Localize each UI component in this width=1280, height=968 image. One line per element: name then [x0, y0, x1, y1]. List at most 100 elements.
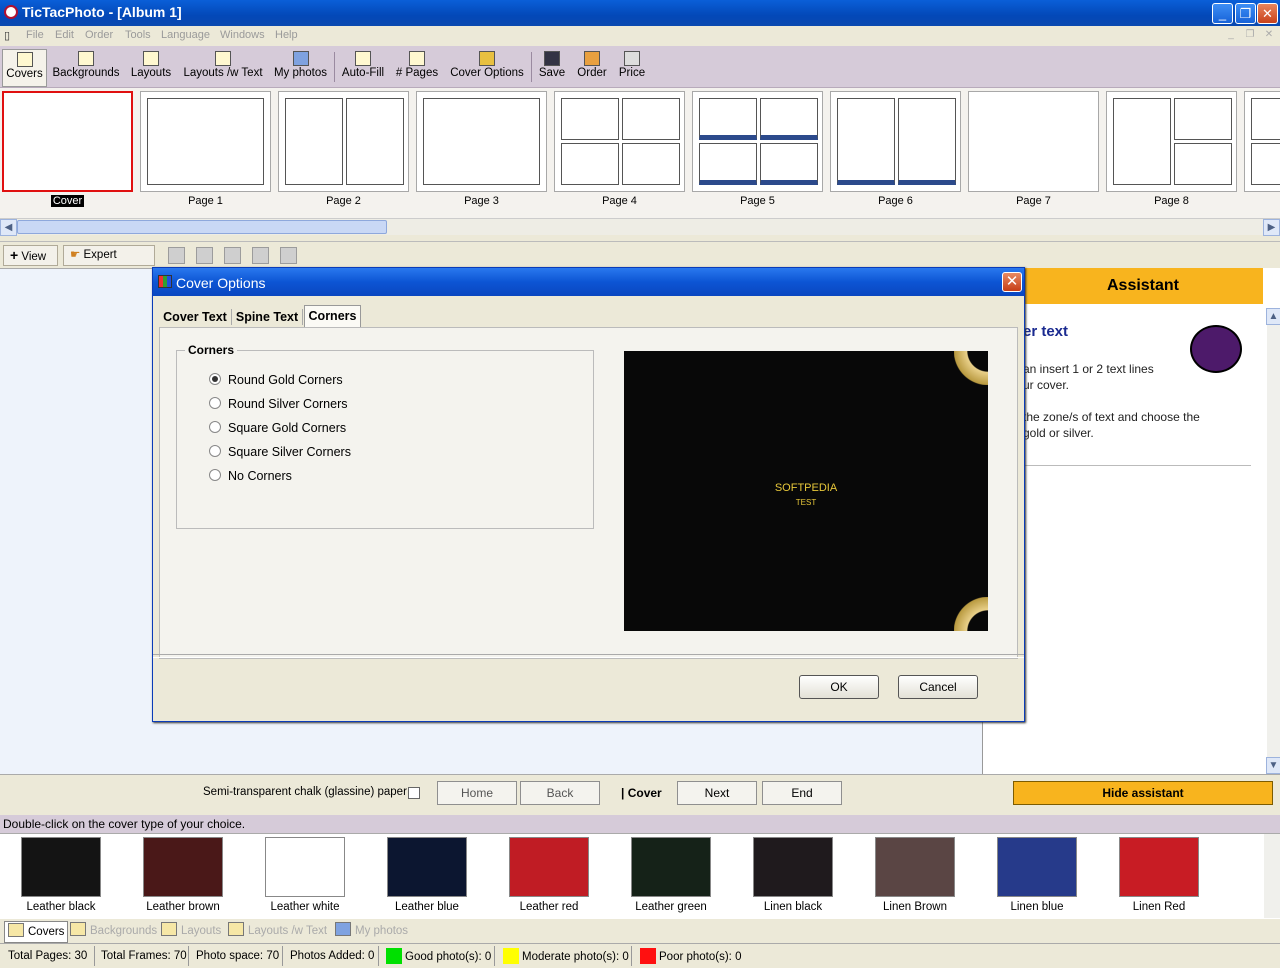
- order-button[interactable]: Order: [575, 49, 609, 85]
- backgrounds-button[interactable]: Backgrounds: [52, 49, 120, 85]
- covers-button[interactable]: Covers: [2, 49, 47, 87]
- dialog-title-bar: Cover Options ✕: [153, 268, 1024, 296]
- radio-square-gold[interactable]: Square Gold Corners: [209, 421, 346, 435]
- end-button[interactable]: End: [762, 781, 842, 805]
- page-thumb-3[interactable]: [416, 91, 547, 192]
- grid-icon[interactable]: [280, 247, 297, 264]
- radio-square-silver-label: Square Silver Corners: [228, 445, 351, 459]
- assistant-line1: an insert 1 or 2 text lines: [1023, 362, 1154, 376]
- bottom-tab-my-photos[interactable]: My photos: [335, 921, 408, 941]
- mdi-restore-icon[interactable]: ❐: [1243, 29, 1257, 42]
- page-thumb-6[interactable]: [830, 91, 961, 192]
- radio-no-corners[interactable]: No Corners: [209, 469, 292, 483]
- swatch-6[interactable]: [753, 837, 833, 897]
- main-toolbar: Covers Backgrounds Layouts Layouts /w Te…: [0, 46, 1280, 88]
- menu-help[interactable]: Help: [275, 29, 298, 41]
- home-button[interactable]: Home: [437, 781, 517, 805]
- ok-button[interactable]: OK: [799, 675, 879, 699]
- radio-round-gold[interactable]: Round Gold Corners: [209, 373, 343, 387]
- next-button[interactable]: Next: [677, 781, 757, 805]
- back-button[interactable]: Back: [520, 781, 600, 805]
- page-label-8: Page 8: [1154, 195, 1189, 207]
- restore-button[interactable]: ❐: [1235, 3, 1256, 24]
- close-button[interactable]: ✕: [1257, 3, 1278, 24]
- swatch-label: Leather black: [26, 901, 96, 913]
- mdi-close-icon[interactable]: ✕: [1262, 29, 1276, 42]
- radio-square-silver[interactable]: Square Silver Corners: [209, 445, 351, 459]
- swatch-8[interactable]: [997, 837, 1077, 897]
- mdi-minimize-icon[interactable]: _: [1224, 29, 1238, 42]
- align-icon[interactable]: [168, 247, 185, 264]
- layouts-button[interactable]: Layouts: [130, 49, 172, 85]
- swatch-2[interactable]: [265, 837, 345, 897]
- view-button[interactable]: + View: [3, 245, 58, 266]
- page-thumb-7[interactable]: [968, 91, 1099, 192]
- view-toolbar: + View ☛ Expert Mode: [0, 241, 1280, 280]
- scroll-down-icon[interactable]: ▼: [1266, 757, 1280, 774]
- radio-round-silver[interactable]: Round Silver Corners: [209, 397, 348, 411]
- minimize-button[interactable]: _: [1212, 3, 1233, 24]
- expert-mode-button[interactable]: ☛ Expert Mode: [63, 245, 155, 280]
- dialog-close-icon[interactable]: ✕: [1002, 272, 1022, 292]
- current-page-label: | Cover: [621, 786, 662, 800]
- bring-front-icon[interactable]: [224, 247, 241, 264]
- page-thumb-4[interactable]: [554, 91, 685, 192]
- status-photo-space: Photo space: 70: [196, 950, 280, 962]
- swatch-3[interactable]: [387, 837, 467, 897]
- layouts-text-button[interactable]: Layouts /w Text: [182, 49, 264, 85]
- swatch-1[interactable]: [143, 837, 223, 897]
- menu-windows[interactable]: Windows: [220, 29, 265, 41]
- hide-assistant-button[interactable]: Hide assistant: [1013, 781, 1273, 805]
- menu-language[interactable]: Language: [161, 29, 210, 41]
- price-button[interactable]: Price: [617, 49, 647, 85]
- save-button[interactable]: Save: [537, 49, 567, 85]
- page-thumb-5[interactable]: [692, 91, 823, 192]
- cancel-button[interactable]: Cancel: [898, 675, 978, 699]
- page-thumb-8[interactable]: [1106, 91, 1237, 192]
- tab-corners[interactable]: Corners: [304, 305, 361, 327]
- distribute-icon[interactable]: [196, 247, 213, 264]
- page-strip-scrollbar[interactable]: ◀ ▶: [0, 218, 1280, 236]
- page-thumb-cover[interactable]: [2, 91, 133, 192]
- view-label: View: [21, 251, 47, 263]
- bottom-tab-backgrounds[interactable]: Backgrounds: [70, 921, 157, 941]
- page-thumb-9[interactable]: [1244, 91, 1280, 192]
- menu-bar: ▯ File Edit Order Tools Language Windows…: [0, 26, 1280, 46]
- menu-order[interactable]: Order: [85, 29, 113, 41]
- bottom-tab-covers[interactable]: Covers: [4, 921, 69, 943]
- assistant-title: Assistant: [1023, 268, 1263, 304]
- swatch-4[interactable]: [509, 837, 589, 897]
- autofill-button[interactable]: Auto-Fill: [341, 49, 385, 85]
- glassine-checkbox[interactable]: [408, 787, 420, 799]
- scroll-left-icon[interactable]: ◀: [0, 219, 17, 236]
- layouts-text-icon: [228, 922, 244, 936]
- cover-options-button[interactable]: Cover Options: [450, 49, 524, 85]
- swatch-5[interactable]: [631, 837, 711, 897]
- swatch-scrollbar[interactable]: [1264, 834, 1280, 918]
- menu-file[interactable]: File: [26, 29, 44, 41]
- bottom-tabs: Covers Backgrounds Layouts Layouts /w Te…: [0, 919, 1280, 943]
- autofill-label: Auto-Fill: [341, 67, 385, 79]
- swatch-7[interactable]: [875, 837, 955, 897]
- assistant-scrollbar[interactable]: ▲ ▼: [1266, 308, 1280, 774]
- bottom-tab-layouts-text[interactable]: Layouts /w Text: [228, 921, 327, 941]
- tab-cover-text[interactable]: Cover Text: [159, 307, 231, 327]
- scroll-up-icon[interactable]: ▲: [1266, 308, 1280, 325]
- tab-spine-text[interactable]: Spine Text: [233, 307, 301, 327]
- app-icon: [4, 5, 18, 19]
- send-back-icon[interactable]: [252, 247, 269, 264]
- swatch-label: Linen Brown: [883, 901, 947, 913]
- page-thumb-1[interactable]: [140, 91, 271, 192]
- swatch-9[interactable]: [1119, 837, 1199, 897]
- scroll-thumb[interactable]: [17, 220, 387, 234]
- menu-tools[interactable]: Tools: [125, 29, 151, 41]
- bottom-tab-layouts[interactable]: Layouts: [161, 921, 221, 941]
- scroll-right-icon[interactable]: ▶: [1263, 219, 1280, 236]
- swatch-0[interactable]: [21, 837, 101, 897]
- menu-edit[interactable]: Edit: [55, 29, 74, 41]
- photos-icon: [335, 922, 351, 936]
- my-photos-button[interactable]: My photos: [273, 49, 328, 85]
- pages-button[interactable]: # Pages: [394, 49, 440, 85]
- calculator-icon: [624, 51, 640, 66]
- page-thumb-2[interactable]: [278, 91, 409, 192]
